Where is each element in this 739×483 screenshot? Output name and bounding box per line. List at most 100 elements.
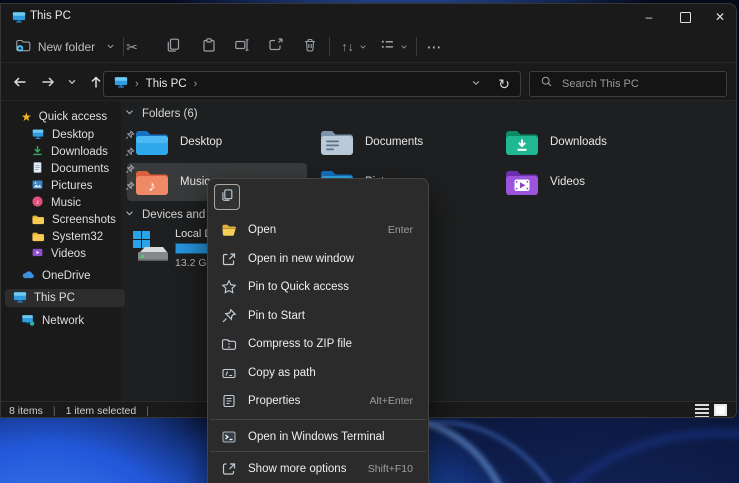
forward-button[interactable] bbox=[35, 70, 61, 94]
recent-locations-button[interactable] bbox=[62, 70, 82, 94]
breadcrumb-this-pc[interactable]: This PC bbox=[146, 78, 187, 90]
star-outline-icon bbox=[221, 279, 237, 295]
tile-desktop[interactable]: Desktop bbox=[127, 123, 307, 161]
sidebar-item-this-pc[interactable]: This PC bbox=[5, 289, 125, 307]
breadcrumb-separator[interactable]: › bbox=[194, 78, 198, 90]
menu-item-properties[interactable]: Properties Alt+Enter bbox=[211, 387, 425, 415]
music-icon: ♪ bbox=[31, 195, 44, 211]
properties-icon bbox=[221, 393, 237, 409]
status-divider: | bbox=[53, 405, 56, 417]
share-icon bbox=[268, 37, 284, 58]
menu-item-pin-quick-access[interactable]: Pin to Quick access bbox=[211, 273, 425, 301]
menu-item-label: Pin to Quick access bbox=[248, 281, 349, 293]
desktop-icon bbox=[31, 127, 45, 144]
rename-button[interactable] bbox=[229, 35, 255, 59]
delete-button[interactable] bbox=[297, 35, 323, 59]
cloud-icon bbox=[21, 268, 35, 285]
sidebar-item-documents[interactable]: Documents bbox=[9, 160, 137, 178]
sort-button[interactable]: ↑↓ bbox=[335, 35, 373, 59]
items-count: 8 items bbox=[9, 405, 43, 417]
local-disk-icon bbox=[129, 227, 171, 272]
refresh-icon[interactable]: ↻ bbox=[498, 76, 510, 93]
sidebar-item-quick-access[interactable]: ★ Quick access bbox=[9, 108, 127, 126]
view-button[interactable] bbox=[375, 35, 413, 59]
sidebar-item-downloads[interactable]: Downloads bbox=[9, 143, 137, 161]
menu-item-label: Copy as path bbox=[248, 367, 316, 379]
quick-action-copy-button[interactable] bbox=[214, 184, 240, 210]
more-options-button[interactable]: ⋯ bbox=[421, 35, 447, 59]
copy-button[interactable] bbox=[160, 35, 186, 59]
close-icon: ✕ bbox=[715, 10, 725, 24]
section-label: Folders (6) bbox=[142, 108, 198, 120]
sidebar-item-label: Videos bbox=[51, 248, 86, 260]
minimize-icon: – bbox=[646, 10, 653, 24]
menu-item-show-more-options[interactable]: Show more options Shift+F10 bbox=[211, 455, 425, 483]
cut-button[interactable]: ✂ bbox=[119, 35, 145, 59]
details-view-icon[interactable] bbox=[695, 404, 709, 417]
address-bar[interactable]: › This PC › ↻ bbox=[103, 71, 521, 97]
folders-section-header[interactable]: Folders (6) bbox=[125, 108, 198, 120]
toolbar-separator bbox=[416, 37, 417, 56]
cut-icon: ✂ bbox=[126, 39, 138, 56]
maximize-icon bbox=[680, 12, 691, 23]
rename-icon bbox=[234, 37, 250, 58]
sidebar-item-label: Quick access bbox=[39, 111, 107, 123]
tile-downloads[interactable]: Downloads bbox=[497, 123, 677, 161]
sidebar-item-label: Desktop bbox=[52, 129, 94, 141]
tile-label: Downloads bbox=[550, 136, 607, 148]
tile-label: Videos bbox=[550, 176, 585, 188]
sidebar-item-label: Downloads bbox=[51, 146, 108, 158]
sidebar-item-network[interactable]: Network bbox=[9, 312, 127, 330]
sidebar-item-onedrive[interactable]: OneDrive bbox=[9, 267, 127, 285]
location-pc-icon bbox=[114, 75, 128, 94]
paste-button[interactable] bbox=[196, 35, 222, 59]
new-folder-button[interactable]: New folder bbox=[11, 35, 119, 59]
search-input[interactable] bbox=[560, 77, 714, 91]
terminal-icon bbox=[221, 429, 237, 445]
sidebar-item-label: Music bbox=[51, 197, 81, 209]
menu-item-open[interactable]: Open Enter bbox=[211, 216, 425, 244]
menu-item-open-windows-terminal[interactable]: Open in Windows Terminal bbox=[211, 423, 425, 451]
app-icon bbox=[12, 10, 26, 29]
context-menu: Open Enter Open in new window Pin to Qui… bbox=[207, 178, 429, 483]
tile-label: Desktop bbox=[180, 136, 222, 148]
command-toolbar: New folder ✂ ↑↓ bbox=[1, 30, 736, 63]
window-title: This PC bbox=[30, 10, 71, 22]
menu-item-pin-to-start[interactable]: Pin to Start bbox=[211, 302, 425, 330]
music-folder-icon: ♪ bbox=[135, 168, 169, 196]
minimize-button[interactable]: – bbox=[631, 4, 667, 30]
toolbar-separator bbox=[329, 37, 330, 56]
back-button[interactable] bbox=[7, 70, 33, 94]
menu-item-shortcut: Shift+F10 bbox=[368, 463, 413, 475]
menu-item-copy-as-path[interactable]: Copy as path bbox=[211, 359, 425, 387]
sidebar-item-desktop[interactable]: Desktop bbox=[9, 126, 137, 144]
sidebar-item-videos[interactable]: Videos bbox=[9, 245, 137, 263]
menu-item-label: Properties bbox=[248, 395, 300, 407]
open-new-window-icon bbox=[221, 251, 237, 267]
sidebar-item-label: Screenshots bbox=[52, 214, 116, 226]
share-button[interactable] bbox=[263, 35, 289, 59]
menu-item-open-new-window[interactable]: Open in new window bbox=[211, 245, 425, 273]
menu-item-compress-zip[interactable]: Compress to ZIP file bbox=[211, 330, 425, 358]
close-button[interactable]: ✕ bbox=[703, 4, 737, 30]
chevron-down-icon bbox=[400, 38, 408, 56]
tile-videos[interactable]: Videos bbox=[497, 163, 677, 201]
address-row: › This PC › ↻ bbox=[1, 63, 736, 101]
thumbnail-view-icon[interactable] bbox=[714, 404, 727, 416]
menu-item-label: Pin to Start bbox=[248, 310, 305, 322]
tile-label: Documents bbox=[365, 136, 423, 148]
sidebar-item-music[interactable]: ♪ Music bbox=[9, 194, 137, 212]
sidebar-item-screenshots[interactable]: Screenshots bbox=[9, 211, 137, 229]
sidebar-item-system32[interactable]: System32 bbox=[9, 228, 137, 246]
show-more-icon bbox=[221, 461, 237, 477]
search-box[interactable] bbox=[529, 71, 727, 97]
menu-item-label: Compress to ZIP file bbox=[248, 338, 352, 350]
menu-item-label: Open in Windows Terminal bbox=[248, 431, 385, 443]
search-icon bbox=[540, 75, 553, 93]
sidebar-item-pictures[interactable]: Pictures bbox=[9, 177, 137, 195]
menu-item-label: Open bbox=[248, 224, 276, 236]
delete-icon bbox=[302, 37, 318, 58]
address-dropdown-icon[interactable] bbox=[471, 75, 481, 93]
tile-documents[interactable]: Documents bbox=[312, 123, 492, 161]
maximize-button[interactable] bbox=[667, 4, 703, 30]
